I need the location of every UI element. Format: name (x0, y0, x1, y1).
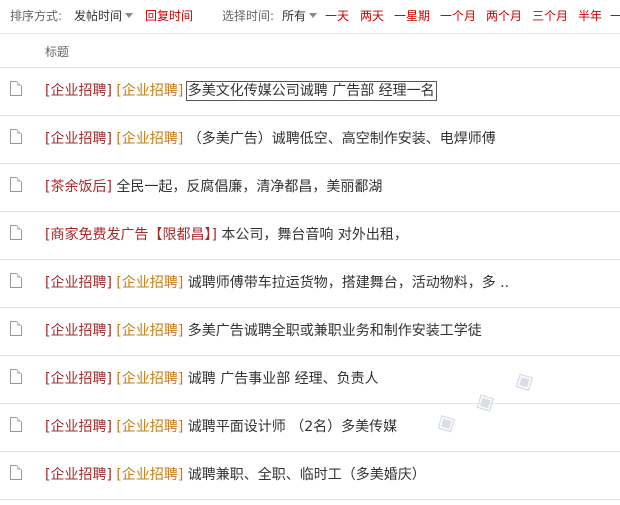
document-icon (10, 129, 22, 144)
thread-subcategory-link[interactable]: [企业招聘] (116, 467, 183, 483)
thread-category-link[interactable]: [企业招聘] (45, 131, 112, 147)
thread-row: [企业招聘] [企业招聘] 诚聘平面设计师 （2名）多美传媒 (0, 403, 620, 452)
thread-title-link[interactable]: （多美广告）诚聘低空、高空制作安装、电焊师傅 (188, 131, 496, 147)
time-option-three-months[interactable]: 三个月 (532, 9, 568, 23)
document-icon (10, 417, 22, 432)
thread-title-link[interactable]: 诚聘 广告事业部 经理、负责人 (188, 371, 379, 387)
thread-category-link[interactable]: [企业招聘] (45, 467, 112, 483)
document-icon (10, 321, 22, 336)
thread-title-line: [企业招聘] [企业招聘] （多美广告）诚聘低空、高空制作安装、电焊师傅 (45, 130, 496, 148)
thread-subcategory-link[interactable]: [企业招聘] (116, 83, 183, 99)
thread-category-link[interactable]: [企业招聘] (45, 323, 112, 339)
thread-category-link[interactable]: [企业招聘] (45, 83, 112, 99)
time-label: 选择时间: (222, 9, 275, 23)
document-icon (10, 369, 22, 384)
thread-title-line: [企业招聘] [企业招聘] 诚聘平面设计师 （2名）多美传媒 (45, 418, 397, 436)
thread-title-link[interactable]: 多美文化传媒公司诚聘 广告部 经理一名 (185, 81, 437, 101)
thread-title-line: [企业招聘] [企业招聘] 诚聘兼职、全职、临时工（多美婚庆） (45, 466, 426, 484)
document-icon (10, 225, 22, 240)
sort-reply-time-link[interactable]: 回复时间 (145, 9, 193, 23)
thread-title-line: [企业招聘] [企业招聘] 诚聘师傅带车拉运货物，搭建舞台，活动物料，多 .. (45, 274, 509, 292)
document-icon (10, 465, 22, 480)
thread-row: [商家免费发广告【限都昌】] 本公司，舞台音响 对外出租， (0, 211, 620, 260)
thread-category-link[interactable]: [茶余饭后] (45, 179, 112, 195)
thread-subcategory-link[interactable]: [企业招聘] (116, 419, 183, 435)
thread-row: [企业招聘] [企业招聘] 多美广告诚聘全职或兼职业务和制作安装工学徒 (0, 307, 620, 356)
thread-category-link[interactable]: [商家免费发广告【限都昌】] (45, 227, 217, 243)
caret-down-icon (125, 13, 134, 18)
thread-title-link[interactable]: 诚聘平面设计师 （2名）多美传媒 (188, 419, 397, 435)
caret-down-icon (309, 13, 318, 18)
sort-post-time-dropdown[interactable]: 发帖时间 (74, 9, 134, 23)
thread-title-line: [茶余饭后] 全民一起，反腐倡廉，清净都昌，美丽鄱湖 (45, 178, 382, 196)
thread-subcategory-link[interactable]: [企业招聘] (116, 275, 183, 291)
thread-title-link[interactable]: 诚聘师傅带车拉运货物，搭建舞台，活动物料，多 .. (188, 275, 509, 291)
thread-title-link[interactable]: 多美广告诚聘全职或兼职业务和制作安装工学徒 (188, 323, 482, 339)
filter-bar: 排序方式: 发帖时间 回复时间 选择时间: 所有 一天 两天 一星期 一个月 两… (0, 0, 620, 34)
thread-title-line: [企业招聘] [企业招聘] 多美广告诚聘全职或兼职业务和制作安装工学徒 (45, 322, 482, 340)
time-option-one-year[interactable]: 一 (610, 9, 620, 23)
thread-category-link[interactable]: [企业招聘] (45, 371, 112, 387)
thread-row: [企业招聘] [企业招聘] 诚聘兼职、全职、临时工（多美婚庆） (0, 451, 620, 500)
thread-row: [企业招聘] [企业招聘] 诚聘师傅带车拉运货物，搭建舞台，活动物料，多 .. (0, 259, 620, 308)
thread-title-link[interactable]: 全民一起，反腐倡廉，清净都昌，美丽鄱湖 (116, 179, 382, 195)
sort-post-time-label: 发帖时间 (74, 9, 123, 23)
time-option-two-days[interactable]: 两天 (360, 9, 384, 23)
time-all-label: 所有 (282, 9, 307, 23)
thread-title-link[interactable]: 诚聘兼职、全职、临时工（多美婚庆） (188, 467, 426, 483)
thread-row: [企业招聘] [企业招聘] 多美文化传媒公司诚聘 广告部 经理一名 (0, 67, 620, 116)
thread-category-link[interactable]: [企业招聘] (45, 419, 112, 435)
time-option-two-months[interactable]: 两个月 (486, 9, 522, 23)
thread-row: [茶余饭后] 全民一起，反腐倡廉，清净都昌，美丽鄱湖 (0, 163, 620, 212)
document-icon (10, 81, 22, 96)
document-icon (10, 273, 22, 288)
sort-label: 排序方式: (10, 9, 63, 23)
thread-row: [企业招聘] [企业招聘] 诚聘 广告事业部 经理、负责人 (0, 355, 620, 404)
time-option-one-week[interactable]: 一星期 (394, 9, 430, 23)
document-icon (10, 177, 22, 192)
time-option-half-year[interactable]: 半年 (578, 9, 602, 23)
column-title-header: 标题 (45, 45, 70, 59)
thread-category-link[interactable]: [企业招聘] (45, 275, 112, 291)
thread-title-line: [商家免费发广告【限都昌】] 本公司，舞台音响 对外出租， (45, 226, 408, 244)
thread-title-link[interactable]: 本公司，舞台音响 对外出租， (221, 227, 407, 243)
thread-subcategory-link[interactable]: [企业招聘] (116, 371, 183, 387)
thread-subcategory-link[interactable]: [企业招聘] (116, 323, 183, 339)
time-option-one-day[interactable]: 一天 (325, 9, 349, 23)
table-header: 标题 (0, 33, 620, 68)
thread-row: [企业招聘] [企业招聘] （多美广告）诚聘低空、高空制作安装、电焊师傅 (0, 115, 620, 164)
thread-subcategory-link[interactable]: [企业招聘] (116, 131, 183, 147)
thread-title-line: [企业招聘] [企业招聘] 多美文化传媒公司诚聘 广告部 经理一名 (45, 81, 437, 101)
time-all-dropdown[interactable]: 所有 (282, 9, 318, 23)
time-option-one-month[interactable]: 一个月 (440, 9, 476, 23)
thread-title-line: [企业招聘] [企业招聘] 诚聘 广告事业部 经理、负责人 (45, 370, 379, 388)
